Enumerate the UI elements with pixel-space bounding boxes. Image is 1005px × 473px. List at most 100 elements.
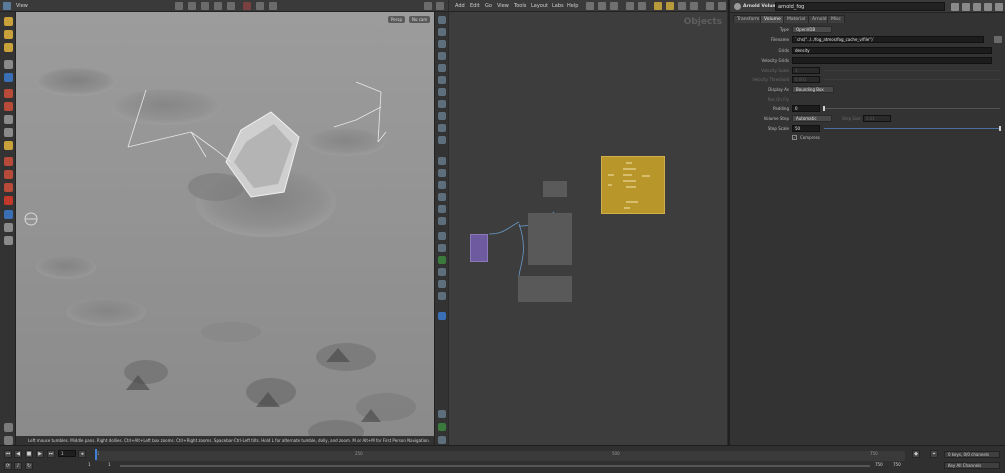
display-menu-button[interactable]: No cam	[409, 16, 431, 23]
grid-view-icon[interactable]	[638, 2, 646, 10]
render-icon[interactable]	[438, 256, 446, 264]
paint-icon[interactable]	[4, 89, 13, 98]
bounds-icon[interactable]	[438, 112, 446, 120]
grids-field[interactable]: density	[792, 47, 992, 54]
info-param-icon[interactable]	[984, 3, 992, 11]
camera-icon[interactable]	[269, 2, 277, 10]
brush-icon[interactable]	[4, 115, 13, 124]
compress-checkbox[interactable]: ✓	[792, 135, 797, 140]
material-node[interactable]	[518, 276, 572, 302]
hand-icon[interactable]	[438, 205, 446, 213]
end-frame-field[interactable]: 750	[873, 462, 891, 469]
start-frame-field-2[interactable]: 1	[106, 462, 120, 469]
menu-labs[interactable]: Labs	[552, 3, 564, 9]
record-icon[interactable]	[243, 2, 251, 10]
move-icon[interactable]	[4, 30, 13, 39]
rotate-icon[interactable]	[4, 43, 13, 52]
filename-field[interactable]: `chs("../../fog_atmos/fog_cache_v/file")…	[792, 36, 984, 43]
search-icon[interactable]	[706, 2, 714, 10]
sculpt-icon[interactable]	[4, 102, 13, 111]
info-icon[interactable]	[4, 423, 13, 432]
padding-field[interactable]: 0	[792, 105, 820, 112]
shading-icon[interactable]	[438, 52, 446, 60]
list-view-icon[interactable]	[626, 2, 634, 10]
small-node[interactable]	[543, 181, 567, 197]
node-name-field[interactable]: arnold_fog	[775, 2, 945, 11]
menu-layout[interactable]: Layout	[531, 3, 548, 9]
search-param-icon[interactable]	[973, 3, 981, 11]
help-icon[interactable]	[436, 2, 444, 10]
select-icon[interactable]	[4, 17, 13, 26]
view-tool-icon[interactable]	[4, 210, 13, 219]
vop-network-node[interactable]	[528, 213, 572, 265]
frame-step-icon[interactable]: ◂	[78, 450, 86, 458]
step-scale-slider-knob[interactable]	[999, 126, 1001, 131]
rotate-tool-icon[interactable]	[201, 2, 209, 10]
pane-options-icon[interactable]	[424, 2, 432, 10]
tab-volume[interactable]: Volume	[760, 15, 785, 23]
camera-tool-icon[interactable]	[4, 223, 13, 232]
purple-node[interactable]	[470, 234, 488, 262]
grid-toggle-icon[interactable]	[438, 136, 446, 144]
help-book-icon[interactable]	[962, 3, 970, 11]
snap-icon[interactable]	[4, 170, 13, 179]
info-toggle-icon[interactable]	[438, 410, 446, 418]
settings-icon[interactable]	[4, 436, 13, 445]
loop-icon[interactable]: ↻	[25, 462, 33, 470]
network-help-icon[interactable]	[718, 2, 726, 10]
layout-icon[interactable]	[438, 423, 446, 431]
link-icon[interactable]	[438, 217, 446, 225]
velocity-threshold-field[interactable]: 0.001	[792, 76, 820, 83]
pin-icon[interactable]	[438, 312, 446, 320]
draw-icon[interactable]	[4, 141, 13, 150]
sticky-note-icon[interactable]	[666, 2, 674, 10]
list-icon[interactable]	[610, 2, 618, 10]
menu-add[interactable]: Add	[455, 3, 465, 9]
subnet-node[interactable]	[601, 156, 665, 214]
camera-menu-button[interactable]: Persp	[388, 16, 405, 23]
visibility-icon[interactable]	[438, 193, 446, 201]
teapot-icon[interactable]	[4, 236, 13, 245]
stop-button[interactable]: ■	[25, 450, 33, 458]
play-button[interactable]: ▶	[36, 450, 44, 458]
select-tool-icon[interactable]	[175, 2, 183, 10]
transform-tool-icon[interactable]	[188, 2, 196, 10]
network-box-icon[interactable]	[690, 2, 698, 10]
magnet-icon[interactable]	[4, 183, 13, 192]
start-frame-field[interactable]: 1	[86, 462, 106, 469]
lock-icon[interactable]	[4, 73, 13, 82]
current-frame-field[interactable]: 1	[58, 450, 76, 457]
ghost-icon[interactable]	[438, 40, 446, 48]
realtime-icon[interactable]: ⟳	[4, 462, 12, 470]
key-icon[interactable]: ⌖	[930, 450, 938, 458]
lock-camera-icon[interactable]	[438, 28, 446, 36]
background-icon[interactable]	[438, 292, 446, 300]
timeline-ruler[interactable]: 1 250 500 750	[95, 451, 905, 461]
key-prev-icon[interactable]: ◆	[912, 450, 920, 458]
step-size-field[interactable]: 0.01	[863, 115, 891, 122]
key-all-channels-button[interactable]: Key All Channels	[944, 462, 1000, 469]
param-help-icon[interactable]	[995, 3, 1003, 11]
light-icon[interactable]	[256, 2, 264, 10]
jump-start-button[interactable]: ⏮	[4, 450, 12, 458]
padding-slider-knob[interactable]	[823, 106, 825, 111]
velocity-scale-slider[interactable]	[824, 70, 1000, 71]
measure-icon[interactable]	[438, 169, 446, 177]
volume-step-menu[interactable]: Automatic	[792, 115, 832, 122]
wireframe-icon[interactable]	[438, 64, 446, 72]
jump-end-button[interactable]: ⏭	[47, 450, 55, 458]
step-back-button[interactable]: ◀	[14, 450, 22, 458]
horseshoe-icon[interactable]	[4, 196, 13, 205]
vertex-icon[interactable]	[438, 88, 446, 96]
menu-edit[interactable]: Edit	[470, 3, 480, 9]
playhead[interactable]	[95, 449, 97, 460]
origin-icon[interactable]	[438, 124, 446, 132]
pen-icon[interactable]	[4, 128, 13, 137]
padding-slider[interactable]	[824, 108, 1000, 109]
network-editor[interactable]: Objects	[449, 12, 727, 445]
3d-viewport[interactable]: Persp No cam Left mouse tumbles. Middle …	[16, 12, 434, 445]
display-options-icon[interactable]	[438, 16, 446, 24]
display-as-menu[interactable]: Bounding Box	[792, 86, 834, 93]
tab-material[interactable]: Material	[783, 15, 810, 23]
pane-link-icon[interactable]	[438, 436, 446, 444]
